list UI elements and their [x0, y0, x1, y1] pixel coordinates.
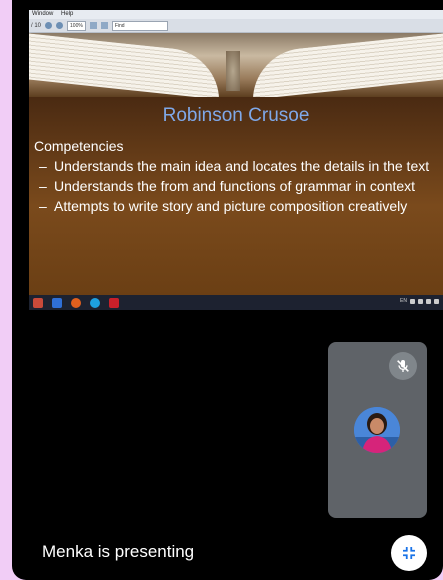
list-item: Attempts to write story and picture comp…: [39, 198, 431, 215]
slide-book-image: [29, 33, 443, 98]
page-indicator: / 10: [31, 22, 42, 29]
firefox-icon[interactable]: [71, 297, 81, 308]
book-page-right: [253, 33, 443, 98]
list-item: Understands the main idea and locates th…: [39, 158, 431, 175]
browser-icon[interactable]: [90, 297, 100, 308]
avatar: [354, 407, 400, 453]
menu-item-window[interactable]: Window: [32, 11, 53, 17]
zoom-out-icon[interactable]: [45, 22, 53, 29]
system-tray: EN: [400, 298, 439, 304]
app-icon[interactable]: [33, 297, 43, 308]
pdf-toolbar: / 10 100% Find: [29, 19, 443, 33]
zoom-select[interactable]: 100%: [67, 20, 86, 31]
pdf-menubar: Window Help: [29, 10, 443, 19]
tray-icon[interactable]: [426, 298, 431, 304]
collapse-icon[interactable]: [391, 535, 427, 571]
slide-content: Robinson Crusoe Competencies Understands…: [29, 97, 443, 295]
tray-icon[interactable]: [410, 298, 415, 304]
windows-taskbar: EN: [29, 295, 443, 310]
self-view-tile[interactable]: [328, 342, 427, 518]
zoom-in-icon[interactable]: [56, 22, 64, 29]
tray-icon[interactable]: [434, 298, 439, 304]
slide-title: Robinson Crusoe: [162, 105, 310, 126]
book-spine: [226, 51, 240, 91]
language-indicator[interactable]: EN: [400, 298, 407, 304]
mic-off-icon[interactable]: [389, 352, 417, 380]
tray-icon[interactable]: [418, 298, 423, 304]
slide-heading: Competencies: [34, 138, 124, 154]
pdf-reader-icon[interactable]: [109, 297, 119, 308]
fit-width-icon[interactable]: [100, 22, 108, 29]
find-input[interactable]: Find: [111, 20, 168, 31]
bullet-list: Understands the main idea and locates th…: [39, 158, 431, 218]
fit-page-icon[interactable]: [89, 22, 97, 29]
menu-item-help[interactable]: Help: [61, 11, 73, 17]
app-icon[interactable]: [52, 297, 62, 308]
book-page-left: [29, 33, 219, 98]
video-call-screen: Window Help / 10 100% Find Robinson Crus…: [12, 0, 443, 580]
list-item: Understands the from and functions of gr…: [39, 178, 431, 195]
shared-screen: Window Help / 10 100% Find Robinson Crus…: [29, 10, 443, 310]
presenting-status: Menka is presenting: [42, 542, 195, 561]
